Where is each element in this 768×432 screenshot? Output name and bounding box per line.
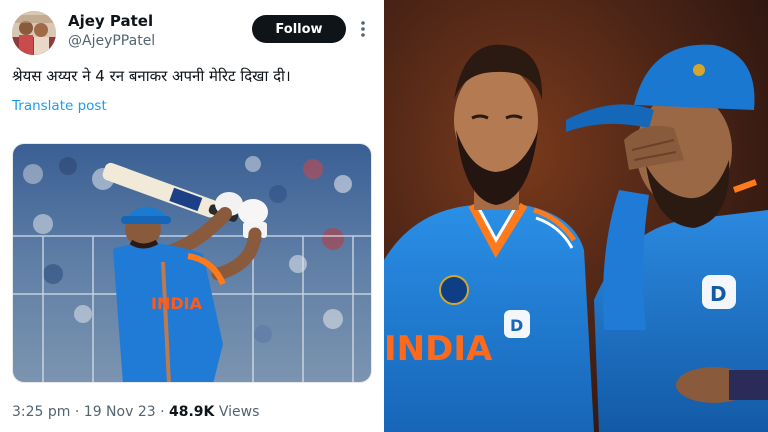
meta-separator-2: · — [160, 404, 165, 420]
tweet-text: श्रेयस अय्यर ने 4 रन बनाकर अपनी मेरिट दि… — [12, 67, 291, 85]
tweet-card: Ajey Patel @AjeyPPatel Follow श्रेयस अय्… — [0, 0, 384, 432]
more-dots-icon[interactable] — [358, 18, 368, 40]
jersey-text: INDIA — [151, 294, 203, 313]
tweet-date[interactable]: 19 Nov 23 — [84, 404, 156, 420]
follow-button[interactable]: Follow — [252, 15, 346, 43]
dejected-players-image: D INDIA D — [384, 0, 768, 432]
tweet-meta: 3:25 pm · 19 Nov 23 · 48.9K Views — [12, 404, 259, 420]
photo-jersey-text: INDIA — [384, 329, 493, 369]
author-name[interactable]: Ajey Patel — [68, 12, 153, 30]
author-handle[interactable]: @AjeyPPatel — [68, 33, 155, 49]
avatar[interactable] — [12, 11, 56, 55]
batsman-photo: CSAT INDIA — [13, 144, 371, 382]
tweet-media-image[interactable]: CSAT INDIA — [12, 143, 372, 383]
translate-post-link[interactable]: Translate post — [12, 98, 107, 114]
avatar-image — [12, 11, 56, 55]
views-count: 48.9K — [169, 404, 215, 420]
meta-separator: · — [74, 404, 80, 420]
sponsor-badge-right: D — [710, 282, 727, 306]
sponsor-badge-left: D — [510, 316, 523, 335]
players-photo: D INDIA D — [384, 0, 768, 432]
tweet-time[interactable]: 3:25 pm — [12, 404, 70, 420]
views-label: Views — [218, 404, 260, 420]
